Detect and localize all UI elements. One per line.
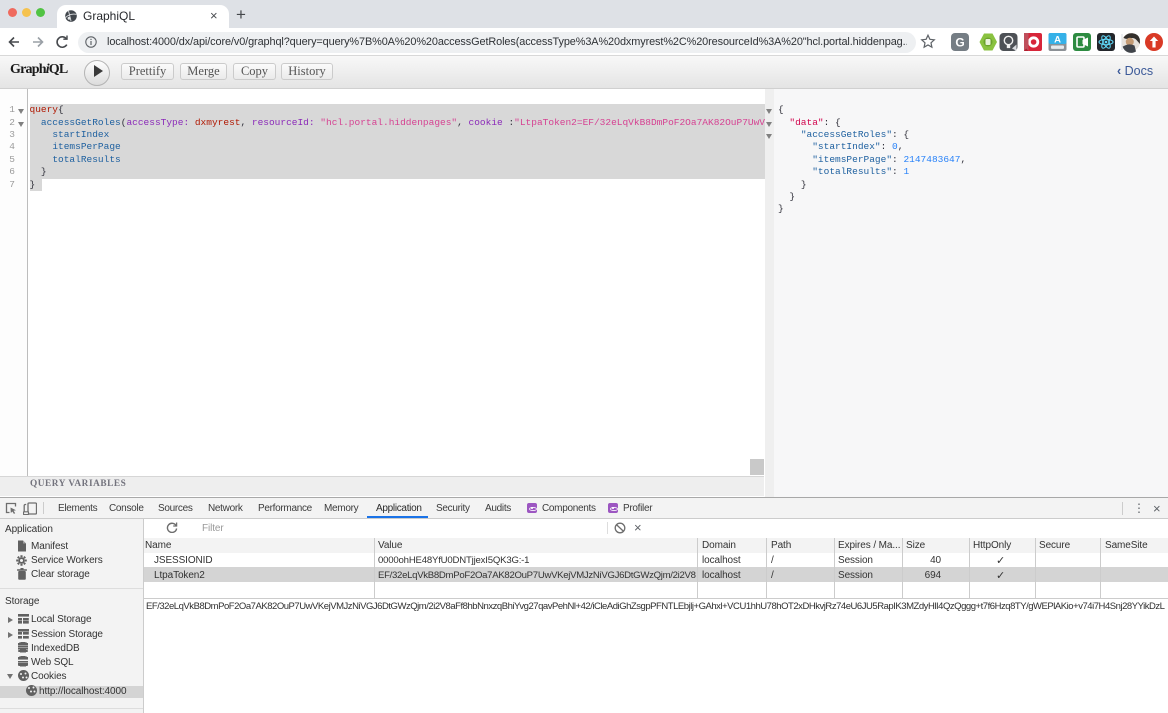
svg-text:G: G [955,36,964,50]
svg-text:A: A [1054,35,1061,46]
